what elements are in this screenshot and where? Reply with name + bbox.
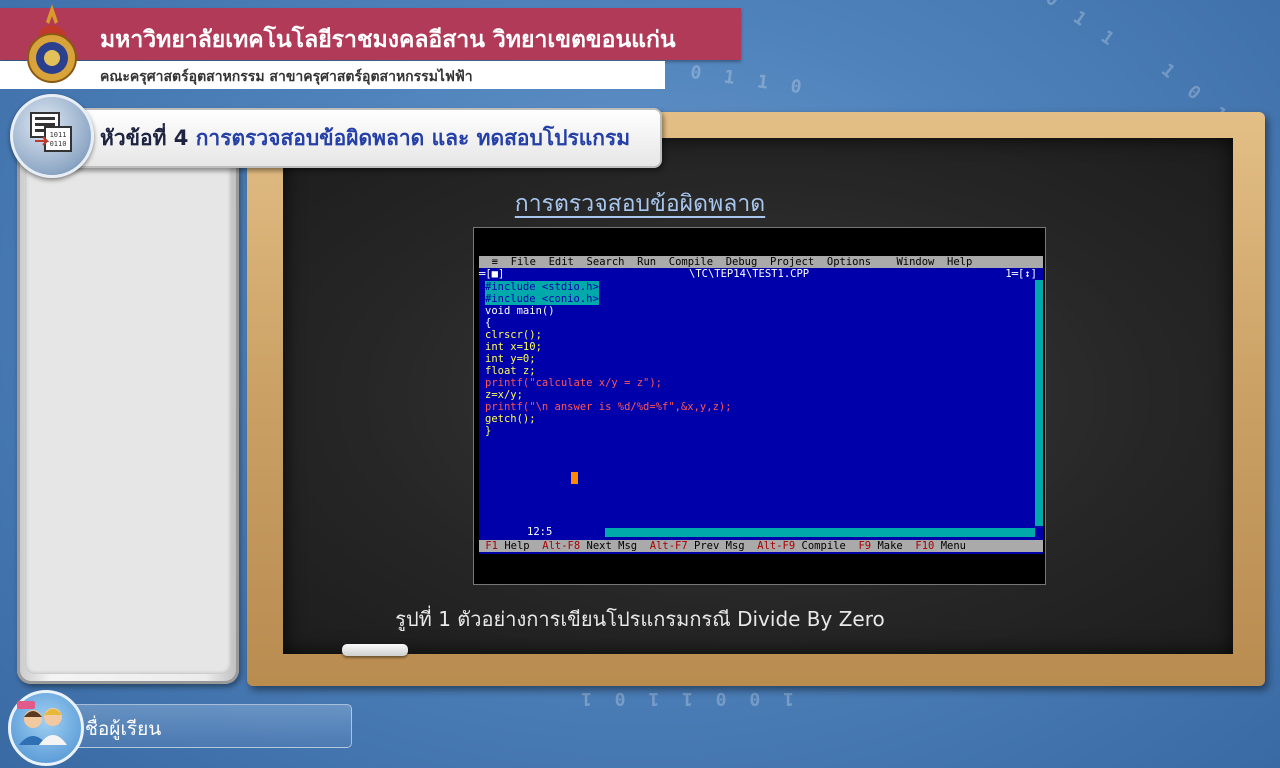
turbo-c-editor: ≡ File Edit Search Run Compile Debug Pro… bbox=[479, 256, 1043, 554]
figure-caption: รูปที่ 1 ตัวอย่างการเขียนโปรแกรมกรณี Div… bbox=[395, 607, 885, 631]
code-line: } bbox=[485, 425, 492, 437]
file-path: \TC\TEP14\TEST1.CPP bbox=[689, 268, 810, 280]
code-line: printf("\n answer is %d/%d=%f",&x,y,z); bbox=[485, 401, 732, 413]
side-panel-inner bbox=[25, 156, 231, 674]
ide-screenshot: ≡ File Edit Search Run Compile Debug Pro… bbox=[473, 227, 1046, 585]
university-banner: มหาวิทยาลัยเทคโนโลยีราชมงคลอีสาน วิทยาเข… bbox=[0, 8, 741, 60]
code-line: int x=10; bbox=[485, 341, 542, 353]
code-line: { bbox=[485, 317, 492, 329]
menu-search: Search bbox=[586, 256, 625, 268]
student-name-label: ชื่อผู้เรียน bbox=[85, 718, 162, 740]
students-icon bbox=[8, 690, 84, 766]
svg-text:1011: 1011 bbox=[50, 131, 67, 139]
faculty-banner: คณะครุศาสตร์อุตสาหกรรม สาขาครุศาสตร์อุตส… bbox=[0, 61, 665, 89]
faculty-name: คณะครุศาสตร์อุตสาหกรรม สาขาครุศาสตร์อุตส… bbox=[100, 69, 473, 85]
ide-hint-bar: F1 Help Alt-F8 Next Msg Alt-F7 Prev Msg … bbox=[479, 540, 1043, 552]
menu-project: Project bbox=[769, 256, 815, 268]
code-line: int y=0; bbox=[485, 353, 536, 365]
menu-file: File bbox=[510, 256, 536, 268]
code-line: clrscr(); bbox=[485, 329, 542, 341]
menu-help: Help bbox=[947, 256, 973, 268]
menu-compile: Compile bbox=[668, 256, 714, 268]
ide-menu-bar: ≡ File Edit Search Run Compile Debug Pro… bbox=[479, 256, 1043, 268]
university-logo bbox=[27, 4, 77, 83]
code-line: void main() bbox=[485, 305, 555, 317]
editor-title-bar: ═[■] \TC\TEP14\TEST1.CPP 1═[↕] bbox=[479, 268, 1043, 280]
system-menu-icon: ≡ bbox=[491, 256, 498, 268]
student-name-field[interactable]: ชื่อผู้เรียน bbox=[40, 704, 352, 748]
topic-number: หัวข้อที่ 4 bbox=[100, 126, 196, 150]
window-close-icon: ═[■] bbox=[479, 268, 505, 280]
cursor-position: 12:5 bbox=[527, 526, 553, 538]
menu-run: Run bbox=[637, 256, 657, 268]
vertical-scrollbar bbox=[1035, 280, 1043, 526]
code-line: #include <stdio.h> bbox=[485, 281, 599, 293]
menu-edit: Edit bbox=[548, 256, 574, 268]
menu-window: Window bbox=[896, 256, 935, 268]
horizontal-scrollbar bbox=[605, 528, 1035, 537]
menu-debug: Debug bbox=[725, 256, 758, 268]
university-name: มหาวิทยาลัยเทคโนโลยีราชมงคลอีสาน วิทยาเข… bbox=[100, 27, 676, 53]
window-number: 1═[↕] bbox=[1005, 268, 1037, 280]
background-digits: 1 0 0 1 1 0 1 bbox=[575, 688, 794, 709]
code-line: float z; bbox=[485, 365, 536, 377]
computer-code-icon: 1011 0110 bbox=[10, 94, 94, 178]
chalk-piece bbox=[342, 644, 408, 656]
svg-text:0110: 0110 bbox=[50, 140, 67, 148]
code-line: getch(); bbox=[485, 413, 536, 425]
code-line: #include <conio.h> bbox=[485, 293, 599, 305]
background-digits: 0 1 1 bbox=[1041, 0, 1123, 54]
topic-title: การตรวจสอบข้อผิดพลาด และ ทดสอบโปรแกรม bbox=[195, 126, 631, 150]
topic-header: หัวข้อที่ 4 การตรวจสอบข้อผิดพลาด และ ทดส… bbox=[50, 108, 662, 168]
text-cursor bbox=[571, 472, 578, 484]
code-line: z=x/y; bbox=[485, 389, 523, 401]
code-area: #include <stdio.h> #include <conio.h> vo… bbox=[485, 281, 1025, 437]
menu-options: Options bbox=[826, 256, 872, 268]
background-digits: 0 1 1 0 bbox=[689, 61, 809, 100]
board-title: การตรวจสอบข้อผิดพลาด bbox=[514, 191, 766, 217]
code-line: printf("calculate x/y = z"); bbox=[485, 377, 663, 389]
topic-heading: หัวข้อที่ 4 การตรวจสอบข้อผิดพลาด และ ทดส… bbox=[100, 122, 630, 155]
